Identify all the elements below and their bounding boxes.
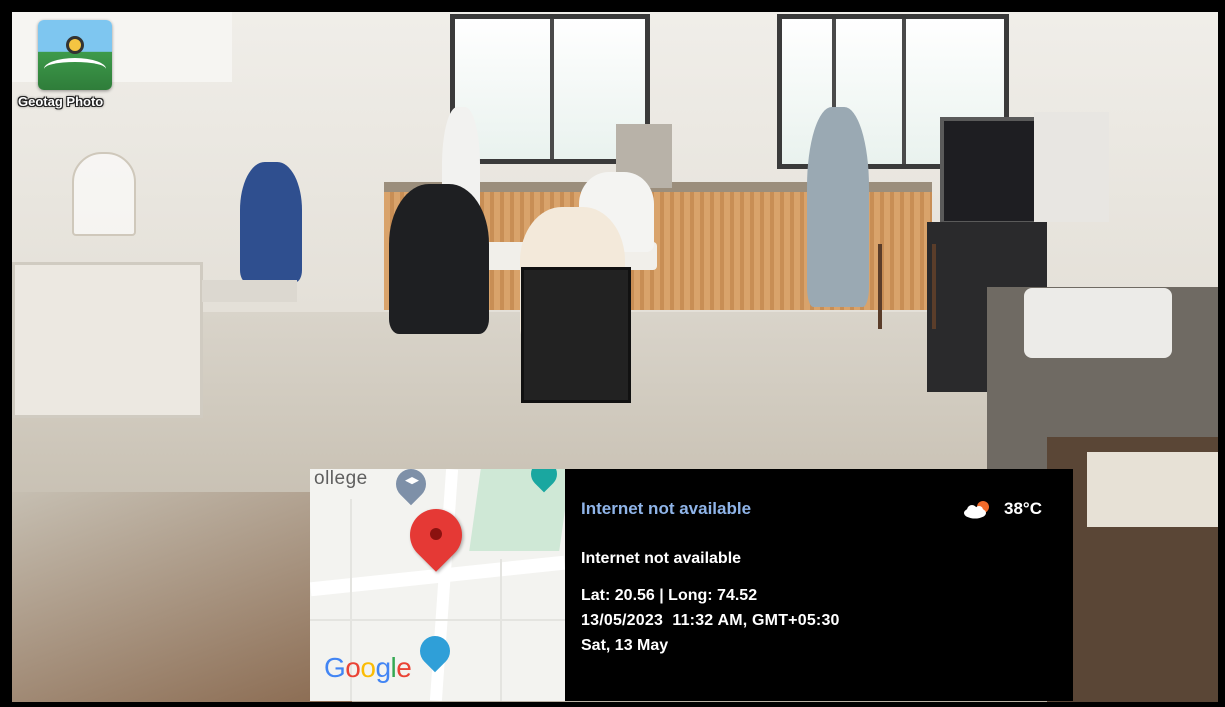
glass-bell-jar	[72, 152, 136, 236]
map-road-line	[500, 559, 502, 701]
person-seated-black	[389, 184, 489, 334]
location-pin-dot	[430, 528, 442, 540]
map-thumbnail[interactable]: ollege Google	[310, 469, 565, 701]
datetime-text: 13/05/2023 11:32 AM, GMT+05:30	[581, 612, 840, 629]
monitor	[940, 117, 1043, 225]
address-text: Internet not available	[581, 550, 742, 567]
map-road-line	[310, 619, 565, 621]
person-standing-2	[807, 107, 869, 307]
screenshot: Geotag Photo ollege Google Internet not …	[0, 0, 1225, 707]
left-bench	[12, 262, 203, 418]
temperature: 38°C	[1004, 499, 1042, 518]
floor-shadow	[12, 492, 352, 702]
chair	[521, 267, 631, 403]
cabinet	[1034, 112, 1109, 222]
google-logo: Google	[324, 652, 412, 683]
blue-place-pin-icon	[413, 629, 457, 673]
info-title: Internet not available	[581, 499, 752, 518]
school-cap-pin-icon	[389, 469, 433, 506]
lat-long-text: Lat: 20.56 | Long: 74.52	[581, 587, 758, 604]
geotag-info-panel: Internet not available 38°C Internet not…	[565, 469, 1073, 701]
map-place-label: ollege	[314, 469, 368, 489]
day-text: Sat, 13 May	[581, 637, 669, 654]
person-seated-left	[240, 162, 302, 282]
geotag-photo-app-icon	[38, 20, 112, 90]
spectrophotometer	[1024, 288, 1172, 358]
person-legs	[202, 280, 297, 302]
stool	[878, 244, 936, 329]
papers	[1087, 452, 1218, 527]
partly-cloudy-sun-icon	[964, 501, 989, 519]
app-name-label: Geotag Photo	[18, 94, 104, 109]
